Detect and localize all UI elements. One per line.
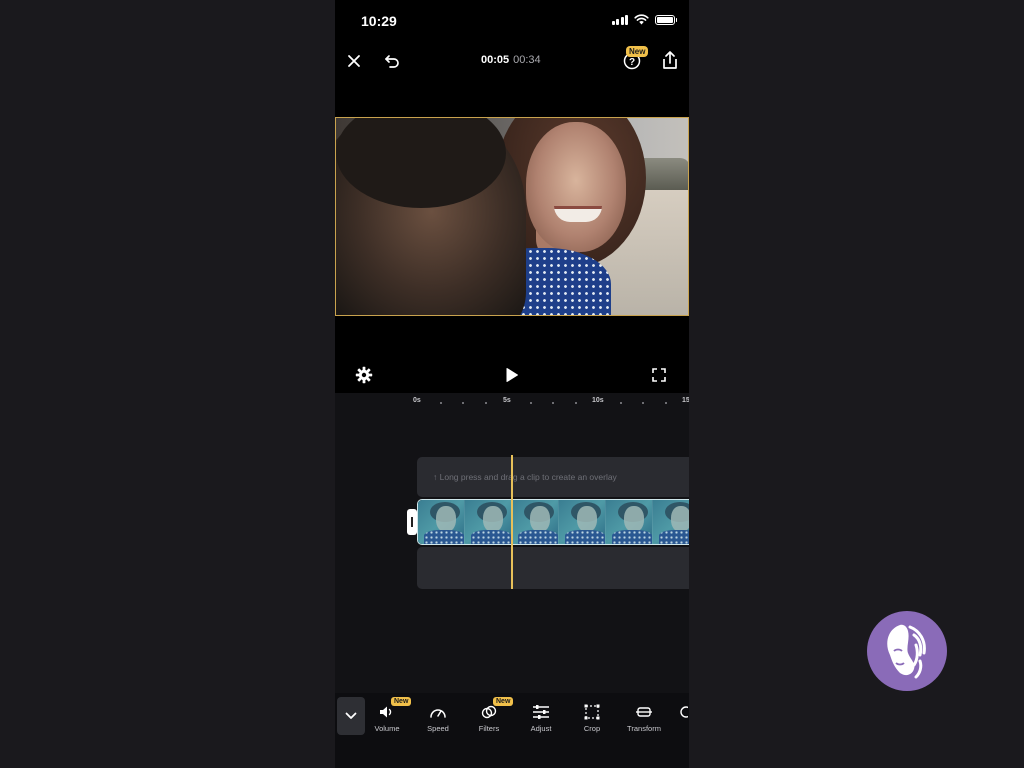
editor-top-bar: 00:05 00:34 ? New	[335, 44, 689, 78]
video-clip[interactable]	[417, 499, 689, 545]
tool-filters[interactable]: New Filters	[465, 697, 514, 737]
phone-screen: 10:29 00:05 00:34 ? New 0s 5s 10s 15 ↑ L…	[335, 0, 689, 768]
player-controls	[335, 358, 689, 393]
status-icons	[611, 14, 677, 25]
tool-label: Adjust	[530, 724, 552, 733]
collapse-toolbar-button[interactable]	[337, 697, 365, 735]
current-time: 00:05	[481, 54, 510, 66]
timeline[interactable]: 0s 5s 10s 15 ↑ Long press and drag a cli…	[335, 393, 689, 693]
clip-thumbnail	[559, 500, 606, 544]
tool-transform[interactable]: Transform	[620, 703, 668, 737]
filters-new-badge: New	[493, 697, 514, 706]
volume-icon	[380, 706, 392, 718]
ruler-label-15: 15	[682, 397, 689, 404]
clip-thumbnail	[512, 500, 559, 544]
fullscreen-icon	[652, 368, 666, 382]
chevron-down-icon	[345, 712, 357, 719]
clip-thumbnail	[465, 500, 512, 544]
tool-label: Crop	[583, 724, 601, 733]
adjust-icon	[533, 705, 549, 719]
video-preview[interactable]	[335, 117, 689, 316]
ruler-label-5: 5s	[503, 397, 511, 404]
play-icon	[506, 368, 518, 382]
settings-button[interactable]	[353, 364, 375, 386]
clip-thumbnail	[653, 500, 689, 544]
audio-track[interactable]	[417, 547, 689, 589]
cellular-signal-icon	[611, 14, 628, 25]
app-stage: 10:29 00:05 00:34 ? New 0s 5s 10s 15 ↑ L…	[0, 0, 1024, 768]
wifi-icon	[634, 14, 649, 25]
partial-tool-icon	[680, 706, 688, 718]
tool-more-partial[interactable]	[673, 703, 689, 737]
help-new-badge: New	[626, 46, 649, 57]
close-icon	[348, 55, 360, 67]
brand-logo	[867, 611, 947, 691]
clip-thumbnail	[606, 500, 653, 544]
crop-icon	[584, 704, 600, 720]
filters-icon	[481, 705, 497, 719]
tool-speed[interactable]: Speed	[414, 703, 462, 737]
tool-label: Filters	[478, 724, 500, 733]
gear-icon	[355, 366, 373, 384]
transform-icon	[636, 707, 652, 717]
time-ruler: 0s 5s 10s 15	[335, 397, 689, 411]
tool-crop[interactable]: Crop	[568, 703, 616, 737]
status-time: 10:29	[361, 13, 397, 29]
clip-thumbnail	[418, 500, 465, 544]
speed-icon	[430, 709, 446, 718]
share-button[interactable]	[659, 49, 681, 71]
tool-label: Speed	[427, 724, 449, 733]
undo-icon	[385, 55, 399, 68]
face-logo-icon	[887, 624, 926, 679]
share-icon	[663, 51, 677, 69]
volume-new-badge: New	[391, 697, 412, 706]
tool-label: Volume	[374, 724, 400, 733]
ruler-label-10: 10s	[592, 397, 604, 404]
time-readout: 00:05 00:34	[481, 54, 541, 66]
clip-trim-handle[interactable]	[407, 509, 417, 535]
tool-label: Transform	[627, 724, 661, 733]
undo-button[interactable]	[381, 50, 403, 72]
total-time: 00:34	[513, 54, 541, 66]
svg-text:?: ?	[629, 57, 635, 68]
tool-volume[interactable]: New Volume	[363, 697, 412, 737]
close-button[interactable]	[343, 50, 365, 72]
ruler-label-0: 0s	[413, 397, 421, 404]
tool-adjust[interactable]: Adjust	[517, 703, 565, 737]
battery-icon	[655, 14, 677, 25]
play-button[interactable]	[501, 364, 523, 386]
playhead[interactable]	[511, 455, 513, 589]
edit-toolbar: New Volume Speed New Filters Adjust Crop…	[335, 693, 689, 768]
overlay-hint: ↑ Long press and drag a clip to create a…	[433, 472, 617, 482]
overlay-track[interactable]: ↑ Long press and drag a clip to create a…	[417, 457, 689, 497]
fullscreen-button[interactable]	[648, 364, 670, 386]
